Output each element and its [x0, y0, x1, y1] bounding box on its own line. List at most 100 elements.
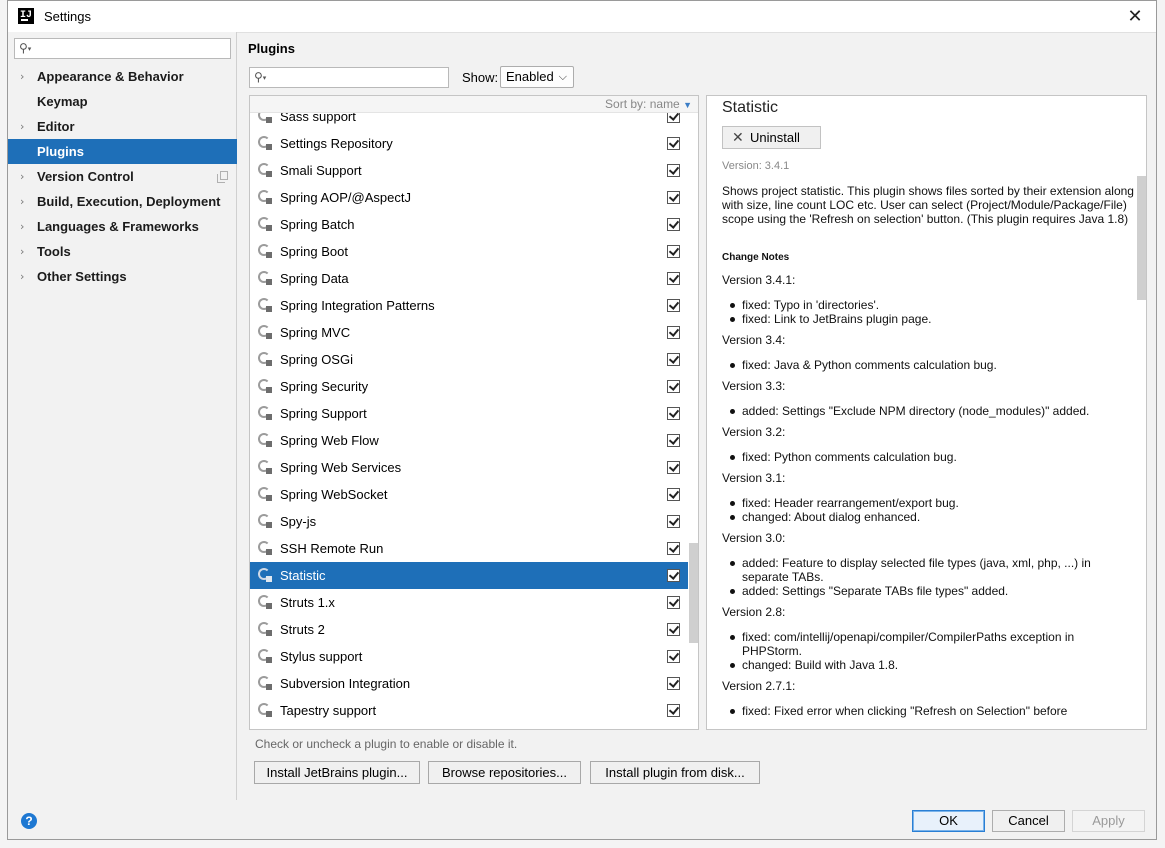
sidebar-item-languages-frameworks[interactable]: › Languages & Frameworks: [8, 214, 237, 239]
plugin-icon: [258, 271, 272, 285]
plugin-enabled-checkbox[interactable]: [667, 272, 680, 285]
plugin-enabled-checkbox[interactable]: [667, 245, 680, 258]
chevron-right-icon[interactable]: ›: [20, 114, 24, 139]
sidebar-item-tools[interactable]: › Tools: [8, 239, 237, 264]
browse-repositories-button[interactable]: Browse repositories...: [428, 761, 581, 784]
plugin-row[interactable]: Settings Repository: [250, 130, 688, 157]
plugin-row[interactable]: Spring Integration Patterns: [250, 292, 688, 319]
chevron-right-icon[interactable]: ›: [20, 164, 24, 189]
change-note-item: fixed: Python comments calculation bug.: [730, 450, 1132, 464]
change-version-heading: Version 3.0:: [722, 531, 786, 545]
change-notes-list: fixed: Header rearrangement/export bug. c…: [722, 496, 1132, 524]
plugin-icon: [258, 433, 272, 447]
sidebar-item-appearance-behavior[interactable]: › Appearance & Behavior: [8, 64, 237, 89]
plugin-enabled-checkbox[interactable]: [667, 677, 680, 690]
sidebar-search-input[interactable]: ⚲▾: [14, 38, 231, 59]
plugin-enabled-checkbox[interactable]: [667, 488, 680, 501]
plugin-row[interactable]: Spring Security: [250, 373, 688, 400]
plugin-search-input[interactable]: ⚲▾: [249, 67, 449, 88]
sort-by-label: Sort by: name: [605, 97, 680, 111]
sidebar-item-editor[interactable]: › Editor: [8, 114, 237, 139]
plugin-enabled-checkbox[interactable]: [667, 623, 680, 636]
project-settings-icon: [217, 171, 228, 183]
plugin-row[interactable]: Struts 1.x: [250, 589, 688, 616]
plugin-row[interactable]: Struts 2: [250, 616, 688, 643]
plugin-row[interactable]: Spy-js: [250, 508, 688, 535]
plugin-row[interactable]: Stylus support: [250, 643, 688, 670]
chevron-right-icon[interactable]: ›: [20, 239, 24, 264]
plugin-enabled-checkbox[interactable]: [667, 218, 680, 231]
plugin-list-scrollbar[interactable]: [689, 543, 698, 643]
install-plugin-from-disk-button[interactable]: Install plugin from disk...: [590, 761, 760, 784]
plugin-enabled-checkbox[interactable]: [667, 596, 680, 609]
plugin-row[interactable]: Spring Web Flow: [250, 427, 688, 454]
plugin-enabled-checkbox[interactable]: [667, 326, 680, 339]
plugin-row[interactable]: Spring Data: [250, 265, 688, 292]
plugin-name: Spring Integration Patterns: [280, 298, 435, 313]
plugin-icon: [258, 541, 272, 555]
sidebar-item-other-settings[interactable]: › Other Settings: [8, 264, 237, 289]
plugin-enabled-checkbox[interactable]: [667, 704, 680, 717]
plugin-detail-pane: Statistic ✕ Uninstall Version: 3.4.1 Sho…: [706, 95, 1147, 730]
help-icon[interactable]: ?: [21, 813, 37, 829]
sort-by-dropdown[interactable]: Sort by: name ▼: [605, 97, 692, 111]
plugin-enabled-checkbox[interactable]: [667, 407, 680, 420]
plugin-name: Spring Boot: [280, 244, 348, 259]
change-note-item: fixed: com/intellij/openapi/compiler/Com…: [730, 630, 1132, 658]
plugin-row[interactable]: Spring AOP/@AspectJ: [250, 184, 688, 211]
plugin-row[interactable]: Spring Boot: [250, 238, 688, 265]
detail-scrollbar[interactable]: [1137, 176, 1146, 300]
plugin-enabled-checkbox[interactable]: [667, 569, 680, 582]
uninstall-button[interactable]: ✕ Uninstall: [722, 126, 821, 149]
plugin-enabled-checkbox[interactable]: [667, 434, 680, 447]
plugins-panel: Plugins ⚲▾ Show: Enabled ⌵ Sass support S…: [237, 32, 1156, 800]
install-jetbrains-plugin-button[interactable]: Install JetBrains plugin...: [254, 761, 420, 784]
plugin-row[interactable]: Statistic: [250, 562, 688, 589]
plugin-enabled-checkbox[interactable]: [667, 461, 680, 474]
plugin-row[interactable]: Spring WebSocket: [250, 481, 688, 508]
show-filter-label: Show:: [462, 70, 499, 85]
sidebar-item-version-control[interactable]: › Version Control: [8, 164, 237, 189]
plugin-enabled-checkbox[interactable]: [667, 650, 680, 663]
chevron-right-icon[interactable]: ›: [20, 264, 24, 289]
show-filter-dropdown[interactable]: Enabled ⌵: [500, 66, 574, 88]
change-notes-list: fixed: Java & Python comments calculatio…: [722, 358, 1132, 372]
plugin-row[interactable]: Smali Support: [250, 157, 688, 184]
plugin-name: Smali Support: [280, 163, 362, 178]
plugin-version: Version: 3.4.1: [722, 160, 790, 172]
change-version-heading: Version 2.7.1:: [722, 679, 796, 693]
plugin-row[interactable]: SSH Remote Run: [250, 535, 688, 562]
apply-button[interactable]: Apply: [1072, 810, 1145, 832]
plugin-row[interactable]: Spring Batch: [250, 211, 688, 238]
plugin-enabled-checkbox[interactable]: [667, 299, 680, 312]
chevron-down-icon: ⌵: [558, 70, 567, 83]
close-icon[interactable]: ✕: [1124, 5, 1146, 27]
close-icon: ✕: [732, 129, 744, 145]
plugin-icon: [258, 163, 272, 177]
sidebar-item-keymap[interactable]: Keymap: [8, 89, 237, 114]
plugin-row[interactable]: Spring OSGi: [250, 346, 688, 373]
chevron-right-icon[interactable]: ›: [20, 189, 24, 214]
plugin-enabled-checkbox[interactable]: [667, 137, 680, 150]
chevron-right-icon[interactable]: ›: [20, 64, 24, 89]
plugin-enabled-checkbox[interactable]: [667, 353, 680, 366]
plugin-enabled-checkbox[interactable]: [667, 164, 680, 177]
plugin-enabled-checkbox[interactable]: [667, 191, 680, 204]
plugin-enabled-checkbox[interactable]: [667, 380, 680, 393]
ok-button[interactable]: OK: [912, 810, 985, 832]
plugin-enabled-checkbox[interactable]: [667, 515, 680, 528]
sidebar-item-plugins[interactable]: Plugins: [8, 139, 237, 164]
plugin-name: Spring Support: [280, 406, 367, 421]
sidebar-item-build-execution-deployment[interactable]: › Build, Execution, Deployment: [8, 189, 237, 214]
plugin-row[interactable]: Subversion Integration: [250, 670, 688, 697]
plugin-row[interactable]: Spring Web Services: [250, 454, 688, 481]
plugin-row[interactable]: Spring MVC: [250, 319, 688, 346]
plugin-name: Spring OSGi: [280, 352, 353, 367]
plugin-row[interactable]: Spring Support: [250, 400, 688, 427]
chevron-right-icon[interactable]: ›: [20, 214, 24, 239]
plugin-name: Spy-js: [280, 514, 317, 529]
plugin-row[interactable]: Tapestry support: [250, 697, 688, 724]
plugin-enabled-checkbox[interactable]: [667, 542, 680, 555]
cancel-button[interactable]: Cancel: [992, 810, 1065, 832]
change-note-item: changed: Build with Java 1.8.: [730, 658, 1132, 672]
